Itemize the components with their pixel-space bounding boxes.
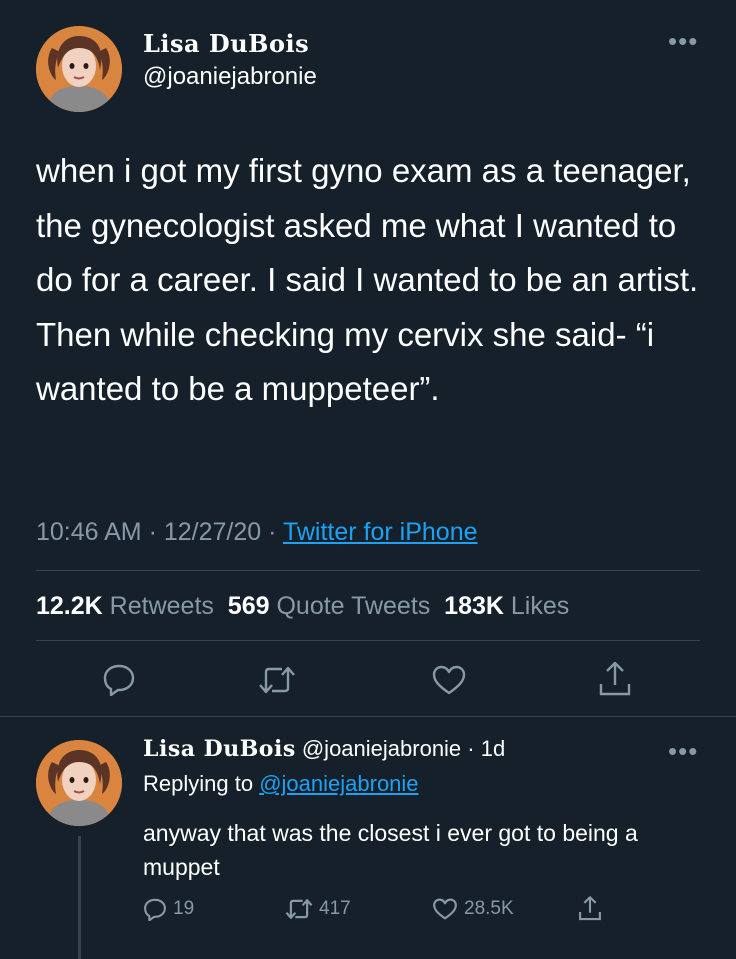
reply-likes[interactable]: 28.5K xyxy=(432,897,514,921)
reply-age-separator: · xyxy=(467,736,475,761)
reply-retweets[interactable]: 417 xyxy=(285,897,351,921)
reply-share[interactable] xyxy=(578,895,602,927)
thread-line xyxy=(78,836,81,959)
like-icon[interactable] xyxy=(431,664,467,696)
quote-tweets-stat[interactable]: 569 Quote Tweets xyxy=(228,592,430,620)
more-icon[interactable]: ••• xyxy=(668,28,698,54)
reply-age: 1d xyxy=(480,736,506,761)
retweet-count: 417 xyxy=(319,898,351,919)
tweet-stats: 12.2K Retweets 569 Quote Tweets 183K Lik… xyxy=(36,592,569,621)
divider xyxy=(36,570,700,571)
like-icon xyxy=(433,898,457,920)
user-handle[interactable]: @joaniejabronie xyxy=(143,63,317,91)
tweet-source-link[interactable]: Twitter for iPhone xyxy=(283,518,478,546)
replying-to-label: Replying to xyxy=(143,771,254,796)
reply-icon xyxy=(144,898,166,921)
reply-handle[interactable]: @joaniejabronie xyxy=(302,736,461,761)
divider xyxy=(0,716,736,717)
share-icon xyxy=(579,896,601,921)
reply-display-name[interactable]: Lisa DuBois xyxy=(143,736,296,762)
like-count: 28.5K xyxy=(464,898,514,919)
retweets-stat[interactable]: 12.2K Retweets xyxy=(36,592,214,620)
tweet-time: 10:46 AM xyxy=(36,518,142,546)
tweet-text: when i got my first gyno exam as a teena… xyxy=(36,152,699,407)
display-name[interactable]: Lisa DuBois xyxy=(143,29,309,58)
share-icon[interactable] xyxy=(598,660,632,698)
reply-text: anyway that was the closest i ever got t… xyxy=(143,820,638,880)
replying-to-handle[interactable]: @joaniejabronie xyxy=(259,771,418,796)
retweet-icon xyxy=(285,899,313,919)
replying-to: Replying to @joaniejabronie xyxy=(143,771,419,797)
reply-replies[interactable]: 19 xyxy=(143,897,194,921)
likes-stat[interactable]: 183K Likes xyxy=(444,592,569,620)
reply-avatar[interactable] xyxy=(36,740,122,826)
reply-header: Lisa DuBois @joaniejabronie · 1d xyxy=(143,736,505,762)
divider xyxy=(36,640,700,641)
tweet-date: 12/27/20 xyxy=(163,518,262,546)
reply-icon[interactable] xyxy=(102,662,136,696)
retweet-icon[interactable] xyxy=(258,664,296,696)
reply-count: 19 xyxy=(173,898,195,919)
meta-separator: · xyxy=(268,518,277,546)
avatar[interactable] xyxy=(36,26,122,112)
meta-separator: · xyxy=(148,518,157,546)
avatar-illustration xyxy=(36,740,122,826)
reply-more-icon[interactable]: ••• xyxy=(668,738,698,764)
avatar-illustration xyxy=(36,26,122,112)
tweet-meta: 10:46 AM · 12/27/20 · Twitter for iPhone xyxy=(36,518,478,547)
